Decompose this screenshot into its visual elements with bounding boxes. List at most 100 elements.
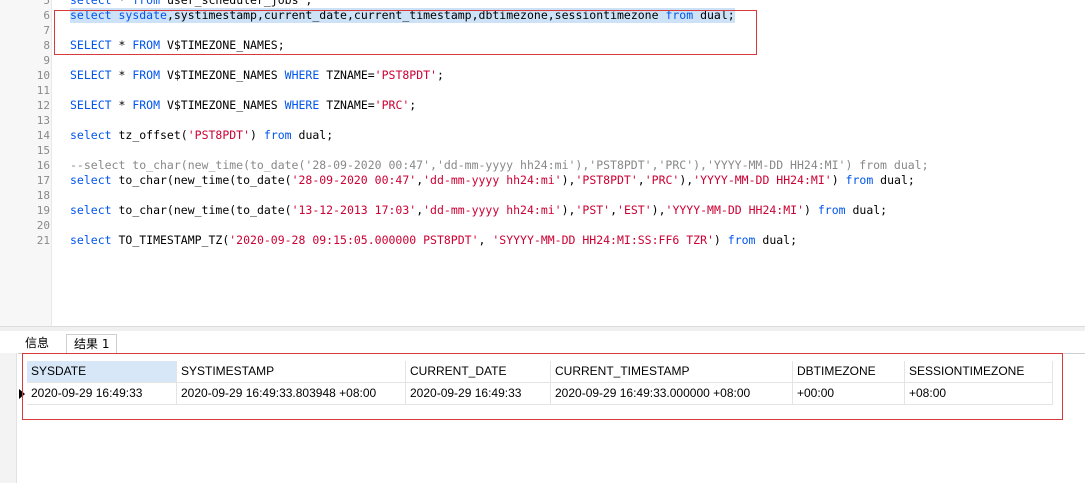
line-number: 12 [36,99,50,112]
code-token: dual; [873,173,915,187]
code-token: dual; [755,233,798,247]
code-line[interactable]: 19 select to_char(new_time(to_date('13-12… [0,203,1085,218]
code-line[interactable]: 14 select tz_offset('PST8PDT') from dual; [0,128,1085,143]
code-token: V$TIMEZONE_NAMES; [160,38,285,52]
code-token: sysdate [118,8,167,22]
code-token: tz_offset( [111,128,188,142]
results-tabs: 信息 结果 1 [18,331,1085,354]
code-token: TO_TIMESTAMP_TZ( [111,233,230,247]
code-text[interactable]: select TO_TIMESTAMP_TZ('2020-09-28 09:15… [70,233,797,248]
column-header-current-date[interactable]: CURRENT_DATE [406,361,551,383]
code-line[interactable]: 18 [0,188,1085,203]
code-text[interactable]: select tz_offset('PST8PDT') from dual; [70,128,333,143]
table-row[interactable]: 2020-09-29 16:49:33 2020-09-29 16:49:33.… [27,383,1053,405]
code-token: dual; [693,8,735,22]
code-token: ; [436,68,444,82]
code-token: FROM [132,98,161,112]
code-token: dual; [845,203,888,217]
sql-editor[interactable]: 5 select * from user_scheduler_jobs ; 6 sel… [0,0,1085,326]
column-header-dbtimezone[interactable]: DBTIMEZONE [793,361,905,383]
code-token: 'YYYY-MM-DD HH24:MI' [665,203,804,217]
code-line[interactable]: 20 [0,218,1085,233]
code-line[interactable]: 6 select sysdate,systimestamp,current_dat… [0,8,1085,23]
result-grid[interactable]: SYSDATE SYSTIMESTAMP CURRENT_DATE CURREN… [27,361,1053,405]
code-line[interactable]: 15 [0,143,1085,158]
code-text[interactable]: SELECT * FROM V$TIMEZONE_NAMES WHERE TZN… [70,98,416,113]
code-line[interactable]: 13 [0,113,1085,128]
line-number: 11 [36,84,50,97]
code-line[interactable]: 12 SELECT * FROM V$TIMEZONE_NAMES WHERE T… [0,98,1085,113]
code-token: V$TIMEZONE_NAMES [160,98,285,112]
cell-current-date[interactable]: 2020-09-29 16:49:33 [406,383,551,405]
code-token: select [70,233,112,247]
cell-sysdate[interactable]: 2020-09-29 16:49:33 [27,383,177,405]
code-line[interactable]: 8 SELECT * FROM V$TIMEZONE_NAMES; [0,38,1085,53]
column-header-systimestamp[interactable]: SYSTIMESTAMP [177,361,406,383]
selected-code-text[interactable]: select sysdate,systimestamp,current_date… [70,8,735,23]
code-text[interactable]: select to_char(new_time(to_date('28-09-2… [70,173,915,188]
code-token: 'PST' [575,203,611,217]
line-number: 15 [36,144,50,157]
line-number: 10 [36,69,50,82]
code-token: ) [713,233,728,247]
code-token: FROM [132,68,161,82]
code-line[interactable]: 5 select * from user_scheduler_jobs ; [0,0,1085,8]
code-token: ), [561,203,576,217]
code-token: , [478,233,493,247]
line-number: 9 [43,54,50,67]
code-token: , [637,173,645,187]
code-token: ) [804,203,818,217]
code-line[interactable]: 11 [0,83,1085,98]
code-token: '28-09-2020 00:47' [291,173,417,187]
code-line[interactable]: 7 [0,23,1085,38]
cell-systimestamp[interactable]: 2020-09-29 16:49:33.803948 +08:00 [177,383,406,405]
code-text[interactable]: --select to_char(new_time(to_date('28-09… [70,158,929,173]
column-header-current-timestamp[interactable]: CURRENT_TIMESTAMP [551,361,793,383]
code-token: 'PRC' [644,173,680,187]
line-number: 19 [36,204,50,217]
line-number: 20 [36,219,50,232]
code-token: --select to_char(new_time(to_date('28-09… [70,158,929,172]
line-number: 14 [36,129,50,142]
tab-info[interactable]: 信息 [18,334,56,354]
line-number: 16 [36,159,50,172]
code-token: * [111,98,133,112]
code-line[interactable]: 17 select to_char(new_time(to_date('28-09… [0,173,1085,188]
code-token: * [111,38,133,52]
code-token: ) [831,173,846,187]
cell-sessiontimezone[interactable]: +08:00 [905,383,1053,405]
code-token: ,systimestamp,current_date,current_times… [166,8,666,22]
code-token: from [132,0,161,7]
code-token: from [665,8,694,22]
code-token: from [845,173,874,187]
line-number: 21 [36,234,50,247]
code-token: to_char(new_time(to_date( [111,203,292,217]
tab-result-1[interactable]: 结果 1 [66,334,118,354]
code-line[interactable]: 9 [0,53,1085,68]
code-text[interactable]: SELECT * FROM V$TIMEZONE_NAMES WHERE TZN… [70,68,444,83]
code-token: SELECT [70,68,112,82]
code-text[interactable]: SELECT * FROM V$TIMEZONE_NAMES; [70,38,285,53]
code-token: '13-12-2013 17:03' [291,203,417,217]
code-token: 'YYYY-MM-DD HH24:MI' [693,173,832,187]
line-number: 18 [36,189,50,202]
code-token: SELECT [70,38,112,52]
code-token: ) [250,128,264,142]
code-token: dual; [291,128,334,142]
line-number: 6 [43,9,50,22]
code-line[interactable]: 10 SELECT * FROM V$TIMEZONE_NAMES WHERE T… [0,68,1085,83]
code-token: user_scheduler_jobs ; [160,0,313,7]
column-header-sysdate[interactable]: SYSDATE [27,361,177,383]
cell-dbtimezone[interactable]: +00:00 [793,383,905,405]
code-token: WHERE [284,98,320,112]
column-header-sessiontimezone[interactable]: SESSIONTIMEZONE [905,361,1053,383]
code-line[interactable]: 21 select TO_TIMESTAMP_TZ('2020-09-28 09:… [0,233,1085,248]
line-number: 7 [43,24,50,37]
results-panel: 信息 结果 1 SYSDATE SYSTIMESTAMP CURRENT_DAT… [0,331,1085,483]
code-line[interactable]: 16 --select to_char(new_time(to_date('28-… [0,158,1085,173]
cell-current-timestamp[interactable]: 2020-09-29 16:49:33.000000 +08:00 [551,383,793,405]
code-text[interactable]: select * from user_scheduler_jobs ; [70,0,312,8]
line-number: 5 [43,0,50,7]
line-number: 8 [43,39,50,52]
code-text[interactable]: select to_char(new_time(to_date('13-12-2… [70,203,887,218]
